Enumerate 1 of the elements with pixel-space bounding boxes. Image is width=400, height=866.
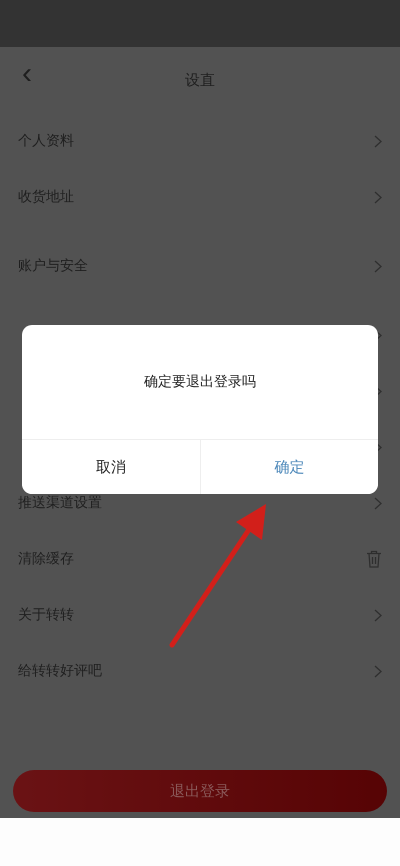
dialog-message: 确定要退出登录吗 xyxy=(144,373,256,391)
